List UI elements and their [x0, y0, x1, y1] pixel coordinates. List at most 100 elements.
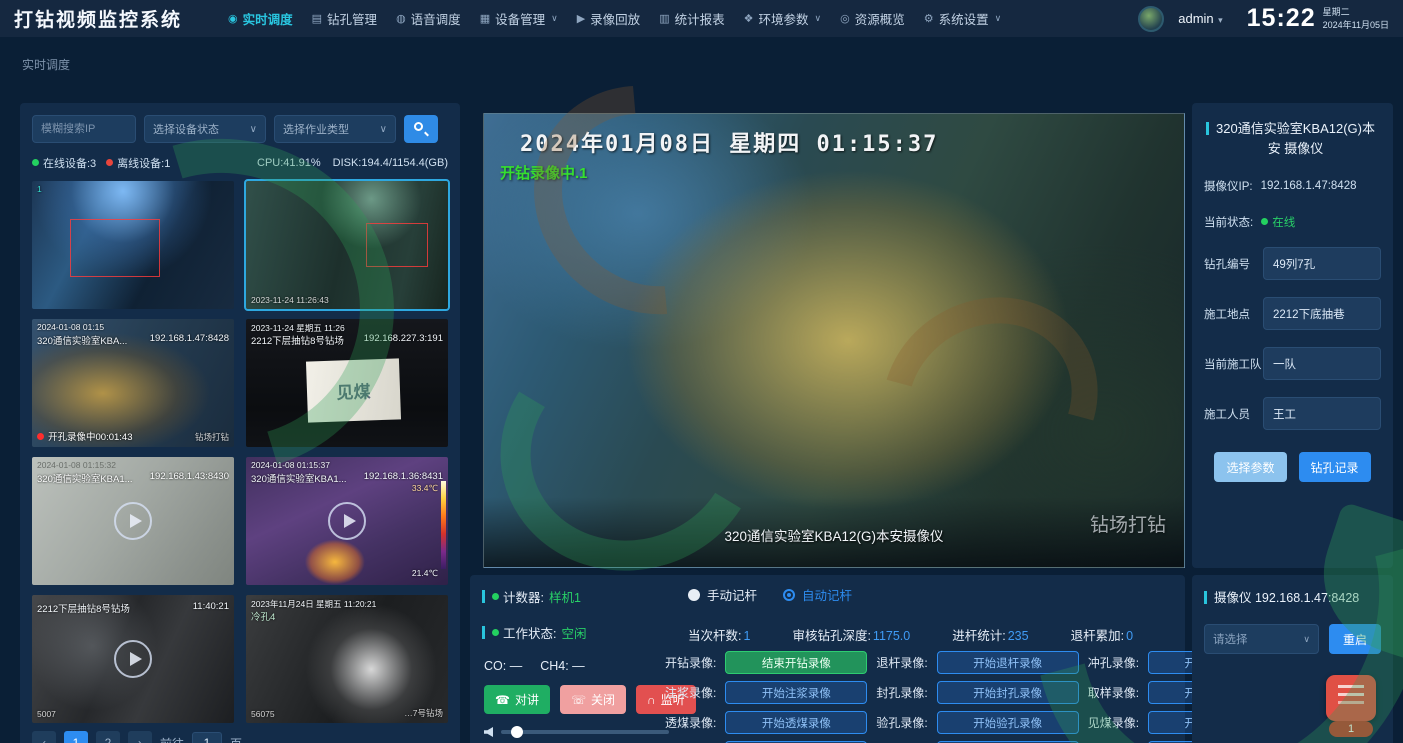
user-menu[interactable]: admin ▾: [1178, 10, 1222, 28]
restart-button[interactable]: 重启: [1329, 624, 1381, 654]
disk-usage: DISK:194.4/1154.4(GB): [333, 157, 448, 169]
environment-icon: ❖: [744, 12, 754, 25]
nav-statistics-report[interactable]: ▥统计报表: [659, 9, 724, 28]
play-icon[interactable]: [328, 502, 366, 540]
phone-icon: ☎: [495, 693, 510, 707]
team-field[interactable]: 一队: [1263, 347, 1381, 380]
camera-thumbnail-6-thermal[interactable]: 2024-01-08 01:15:37 320通信实验室KBA1...192.1…: [246, 457, 448, 585]
alarm-notification-button[interactable]: 1: [1323, 675, 1379, 737]
nav-system-settings[interactable]: ⚙系统设置∨: [924, 9, 1001, 28]
chevron-down-icon: ∨: [380, 124, 387, 135]
section-bar-icon: [1206, 122, 1209, 135]
temp-min: 21.4℃: [412, 568, 438, 579]
video-watermark-label: 钻场打钻: [1090, 510, 1166, 537]
info-buttons: 选择参数 钻孔记录: [1204, 452, 1381, 482]
online-devices: 在线设备:3: [32, 155, 96, 171]
co-reading: CO: —: [484, 659, 522, 673]
search-button[interactable]: [404, 115, 438, 143]
audit-depth: 审核钻孔深度:1175.0: [792, 625, 910, 644]
volume-slider[interactable]: [501, 730, 669, 734]
phone-off-icon: ☏: [571, 693, 586, 707]
audio-buttons: ☎对讲 ☏关闭 ∩监听: [484, 685, 696, 714]
start-grout-record-button[interactable]: 开始注浆录像: [725, 681, 867, 704]
start-coalthrough-record-button[interactable]: 开始透煤录像: [725, 711, 867, 734]
main-video-player[interactable]: 2024年01月08日 星期四 01:15:37 开钻录像中.1 320通信实验…: [483, 113, 1185, 568]
select-params-button[interactable]: 选择参数: [1214, 452, 1286, 482]
play-icon[interactable]: [114, 502, 152, 540]
start-holecheck-record-button[interactable]: 开始验孔录像: [937, 711, 1079, 734]
camera-thumbnail-2-selected[interactable]: 2023-11-24 11:26:43: [246, 181, 448, 309]
nav-resource-overview[interactable]: ◎资源概览: [840, 9, 905, 28]
gear-icon: ⚙: [924, 12, 934, 25]
camera-control-panel: 摄像仪 192.168.1.47:8428 请选择∨ 重启 1: [1192, 575, 1393, 743]
chevron-down-icon: ∨: [995, 13, 1002, 24]
page-2-button[interactable]: 2: [96, 731, 120, 743]
nav-realtime-dispatch[interactable]: ◉实时调度: [228, 9, 293, 28]
page-suffix: 页: [230, 735, 242, 743]
camera-thumbnail-5[interactable]: 2024-01-08 01:15:32 320通信实验室KBA1...192.1…: [32, 457, 234, 585]
page-next-button[interactable]: ›: [128, 731, 152, 743]
page-1-button[interactable]: 1: [64, 731, 88, 743]
online-dot-icon: [1261, 218, 1268, 225]
playback-icon: ▶: [577, 12, 585, 25]
camera-select[interactable]: 请选择∨: [1204, 624, 1319, 654]
site-field[interactable]: 2212下底抽巷: [1263, 297, 1381, 330]
start-seal-record-button[interactable]: 开始封孔录像: [937, 681, 1079, 704]
page-prev-button[interactable]: ‹: [32, 731, 56, 743]
rod-count-mode: 手动记杆 自动记杆: [688, 585, 852, 604]
record-dot-icon: [37, 433, 44, 440]
section-bar-icon: [1204, 591, 1207, 604]
auto-rod-radio[interactable]: 自动记杆: [783, 585, 852, 604]
nav-voice-dispatch[interactable]: ◍语音调度: [396, 9, 461, 28]
thermal-scale: [441, 481, 446, 569]
drillhole-number-field[interactable]: 49列7孔: [1263, 247, 1381, 280]
avatar[interactable]: [1138, 6, 1164, 32]
worker-field[interactable]: 王工: [1263, 397, 1381, 430]
current-rod-count: 当次杆数:1: [688, 625, 750, 644]
stop-drill-record-button[interactable]: 结束开钻录像: [725, 651, 867, 674]
camera-thumbnail-1[interactable]: 1: [32, 181, 234, 309]
device-status-select[interactable]: 选择设备状态∨: [144, 115, 266, 143]
offline-devices: 离线设备:1: [106, 155, 170, 171]
username: admin: [1178, 11, 1213, 26]
start-rodout-record-button[interactable]: 开始退杆录像: [937, 651, 1079, 674]
nav-environment-params[interactable]: ❖环境参数∨: [744, 9, 821, 28]
alarm-document-icon: [1326, 675, 1376, 721]
top-navbar: 打钻视频监控系统 ◉实时调度 ▤钻孔管理 ◍语音调度 ▦设备管理∨ ▶录像回放 …: [0, 0, 1403, 37]
counter-row: 计数器: 样机1: [482, 587, 581, 606]
nav-drillhole-management[interactable]: ▤钻孔管理: [312, 9, 377, 28]
detection-box: [70, 219, 160, 277]
form-icon: ▤: [312, 12, 322, 25]
search-input[interactable]: [32, 115, 136, 143]
work-status-row: 工作状态: 空闲: [482, 623, 587, 642]
camera-status-row: 当前状态: 在线: [1204, 214, 1381, 230]
dashboard-icon: ◉: [228, 12, 238, 25]
camera-thumbnail-grid: 1 2023-11-24 11:26:43 2024-01-08 01:15 3…: [32, 181, 448, 723]
chevron-down-icon: ∨: [551, 13, 558, 24]
camera-thumbnail-8[interactable]: 2023年11月24日 星期五 11:20:21 冷孔4 56075 …7号钻场: [246, 595, 448, 723]
recording-status-osd: 开钻录像中.1: [500, 162, 588, 183]
pagination: ‹ 1 2 › 前往 1 页: [32, 731, 448, 743]
talk-button[interactable]: ☎对讲: [484, 685, 550, 714]
clock: 15:22 星期二 2024年11月05日: [1247, 4, 1389, 33]
rod-statistics: 当次杆数:1 审核钻孔深度:1175.0 进杆统计:235 退杆累加:0: [688, 625, 1133, 644]
manual-rod-radio[interactable]: 手动记杆: [688, 585, 757, 604]
camera-thumbnail-4[interactable]: 2023-11-24 星期五 11:26 2212下层抽钻8号钻场192.168…: [246, 319, 448, 447]
close-audio-button[interactable]: ☏关闭: [560, 685, 626, 714]
nav-device-management[interactable]: ▦设备管理∨: [480, 9, 558, 28]
play-icon[interactable]: [114, 640, 152, 678]
drill-record-button[interactable]: 钻孔记录: [1299, 452, 1371, 482]
camera-thumbnail-3[interactable]: 2024-01-08 01:15 320通信实验室KBA...192.168.1…: [32, 319, 234, 447]
nav-video-playback[interactable]: ▶录像回放: [577, 9, 640, 28]
camera-ip-row: 摄像仪IP: 192.168.1.47:8428: [1204, 178, 1381, 194]
page-jump-input[interactable]: 1: [192, 732, 222, 743]
ch4-reading: CH4: —: [540, 659, 584, 673]
search-icon: [414, 122, 423, 131]
camera-thumbnail-7[interactable]: 2212下层抽钻8号钻场11:40:21 5007: [32, 595, 234, 723]
header-right: admin ▾ 15:22 星期二 2024年11月05日: [1138, 4, 1389, 33]
drilling-monitor-page: 打钻视频监控系统 ◉实时调度 ▤钻孔管理 ◍语音调度 ▦设备管理∨ ▶录像回放 …: [0, 0, 1403, 743]
job-type-select[interactable]: 选择作业类型∨: [274, 115, 396, 143]
camera-status-value: 在线: [1272, 217, 1295, 229]
device-status-row: 在线设备:3 离线设备:1 CPU:41.91% DISK:194.4/1154…: [32, 155, 448, 171]
volume-slider-thumb[interactable]: [511, 726, 523, 738]
